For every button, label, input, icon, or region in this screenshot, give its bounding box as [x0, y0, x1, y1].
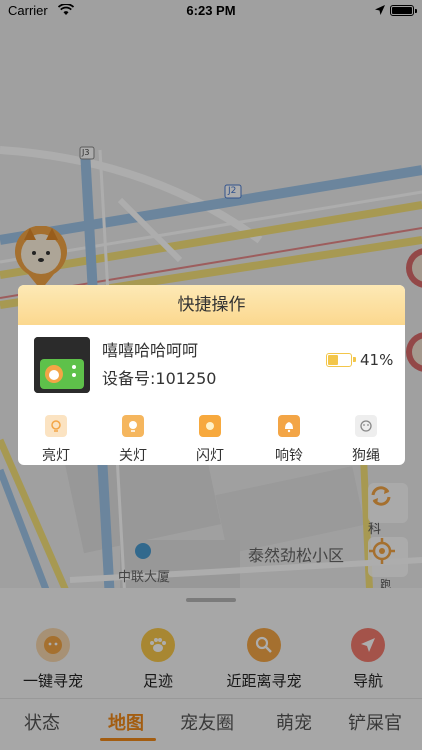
light-on-label: 亮灯	[42, 448, 70, 464]
leash-button[interactable]: 狗绳	[341, 415, 391, 465]
light-on-icon	[45, 415, 67, 437]
light-off-icon	[122, 415, 144, 437]
leash-label: 狗绳	[352, 448, 380, 464]
dialog-title: 快捷操作	[18, 285, 405, 325]
battery-percent: 41%	[360, 351, 394, 369]
status-bar: Carrier 6:23 PM	[0, 0, 422, 22]
flash-label: 闪灯	[196, 448, 224, 464]
quick-actions-row: 亮灯 关灯 闪灯 响铃 狗绳	[18, 405, 405, 465]
device-name: 嘻嘻哈哈呵呵	[102, 341, 199, 360]
flash-icon	[199, 415, 221, 437]
device-info-row: 嘻嘻哈哈呵呵 设备号:101250 41%	[18, 325, 405, 405]
battery-icon	[390, 5, 417, 16]
leash-icon	[355, 415, 377, 437]
battery-fill	[328, 355, 338, 365]
status-time: 6:23 PM	[186, 3, 236, 18]
battery-level-icon	[326, 353, 356, 367]
quick-action-dialog: 快捷操作 嘻嘻哈哈呵呵 设备号:101250 41% 亮灯 关灯 闪灯 响铃 狗…	[18, 285, 405, 465]
flash-button[interactable]: 闪灯	[185, 415, 235, 465]
bell-label: 响铃	[275, 448, 303, 464]
bell-button[interactable]: 响铃	[264, 415, 314, 465]
device-photo	[34, 337, 90, 393]
bell-icon	[278, 415, 300, 437]
light-off-label: 关灯	[119, 448, 147, 464]
device-id: 设备号:101250	[102, 369, 217, 388]
location-arrow-icon	[375, 5, 385, 15]
light-on-button[interactable]: 亮灯	[31, 415, 81, 465]
light-off-button[interactable]: 关灯	[108, 415, 158, 465]
